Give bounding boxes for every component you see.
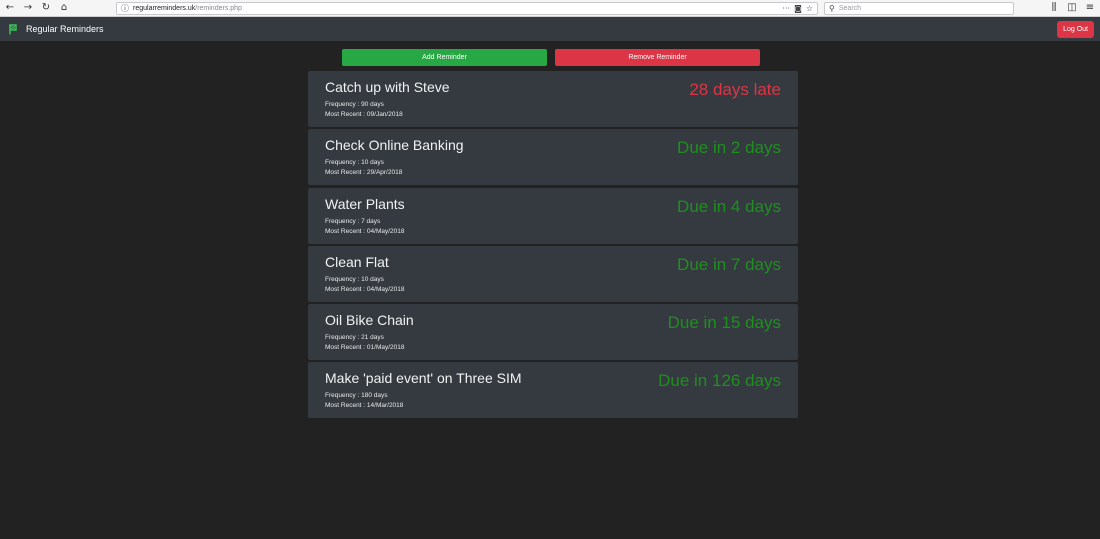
search-icon: ⚲ — [829, 3, 835, 13]
reminder-frequency: Frequency : 7 days — [325, 217, 381, 225]
reminder-status: Due in 126 days — [658, 371, 781, 391]
bookmark-star-icon[interactable]: ☆ — [806, 4, 813, 13]
reminder-status: Due in 7 days — [677, 254, 781, 274]
reminder-frequency: Frequency : 10 days — [325, 159, 384, 167]
reload-icon[interactable]: ↻ — [40, 2, 52, 14]
reminder-status: 28 days late — [689, 80, 781, 99]
reminder-card[interactable]: Oil Bike Chain Frequency : 21 days Most … — [308, 304, 798, 361]
reminder-card[interactable]: Clean Flat Frequency : 10 days Most Rece… — [308, 245, 798, 302]
reminder-card[interactable]: Check Online Banking Frequency : 10 days… — [308, 129, 798, 186]
brand-name[interactable]: Regular Reminders — [26, 24, 104, 34]
library-icon[interactable]: ⫼ — [1048, 2, 1060, 14]
sidebar-icon[interactable]: ◫ — [1066, 2, 1078, 14]
reminder-most-recent: Most Recent : 14/Mar/2018 — [325, 402, 404, 410]
reminder-most-recent: Most Recent : 04/May/2018 — [325, 285, 405, 293]
info-icon: ⓘ — [121, 3, 129, 13]
more-icon[interactable]: ··· — [782, 4, 790, 13]
forward-icon[interactable]: → — [22, 2, 34, 14]
search-placeholder: Search — [838, 4, 862, 12]
reminder-card[interactable]: Catch up with Steve Frequency : 90 days … — [308, 71, 798, 127]
app-navbar: Regular Reminders Log Out — [0, 17, 1100, 41]
reminder-most-recent: Most Recent : 29/Apr/2018 — [325, 169, 403, 177]
browser-search-input[interactable]: ⚲ Search — [824, 1, 1014, 15]
back-icon[interactable]: ← — [4, 2, 16, 14]
reminder-frequency: Frequency : 10 days — [325, 275, 384, 283]
reminder-card[interactable]: Water Plants Frequency : 7 days Most Rec… — [308, 187, 798, 244]
add-reminder-button[interactable]: Add Reminder — [342, 49, 547, 66]
remove-reminder-button[interactable]: Remove Reminder — [555, 49, 760, 66]
reminder-status: Due in 15 days — [667, 313, 781, 333]
reminder-frequency: Frequency : 90 days — [325, 101, 384, 108]
pocket-icon[interactable]: ◙ — [794, 4, 802, 13]
brand-logo-icon[interactable] — [6, 22, 20, 36]
url-host: regularreminders.uk — [133, 4, 196, 12]
reminder-status: Due in 2 days — [677, 138, 781, 158]
menu-icon[interactable]: ≡ — [1084, 2, 1096, 14]
reminder-frequency: Frequency : 21 days — [325, 334, 384, 342]
reminder-status: Due in 4 days — [677, 196, 781, 216]
reminder-card[interactable]: Make 'paid event' on Three SIM Frequency… — [308, 362, 798, 419]
reminder-list: Catch up with Steve Frequency : 90 days … — [308, 71, 798, 421]
reminder-most-recent: Most Recent : 04/May/2018 — [325, 227, 405, 235]
reminder-most-recent: Most Recent : 01/May/2018 — [325, 344, 405, 352]
home-icon[interactable]: ⌂ — [58, 2, 70, 14]
action-bar: Add Reminder Remove Reminder — [342, 49, 760, 66]
address-bar[interactable]: ⓘ regularreminders.uk/reminders.php ··· … — [116, 1, 818, 15]
reminder-most-recent: Most Recent : 09/Jan/2018 — [325, 111, 403, 118]
browser-toolbar: ← → ↻ ⌂ ⓘ regularreminders.uk/reminders.… — [0, 0, 1100, 17]
reminder-frequency: Frequency : 180 days — [325, 392, 388, 400]
logout-button[interactable]: Log Out — [1057, 20, 1094, 38]
url-path: /reminders.php — [195, 4, 242, 12]
